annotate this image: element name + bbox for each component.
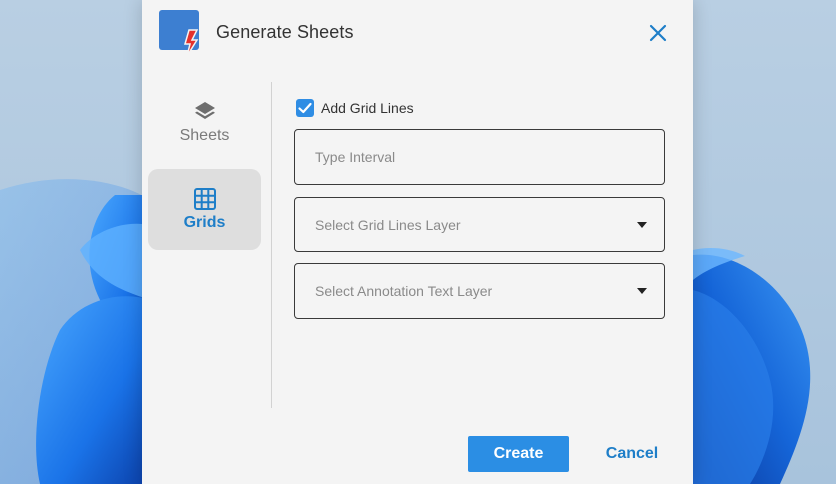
grid-lines-layer-placeholder: Select Grid Lines Layer: [315, 217, 461, 233]
dialog-title: Generate Sheets: [216, 22, 354, 42]
create-button[interactable]: Create: [468, 436, 569, 472]
close-icon[interactable]: [647, 22, 669, 44]
nav-item-label: Grids: [183, 214, 226, 231]
grid-icon: [194, 188, 216, 210]
annotation-text-layer-select[interactable]: Select Annotation Text Layer: [294, 263, 665, 319]
nav-item-sheets[interactable]: Sheets: [148, 90, 261, 171]
annotation-text-layer-placeholder: Select Annotation Text Layer: [315, 283, 493, 299]
add-grid-lines-checkbox[interactable]: [296, 99, 314, 117]
caret-down-icon: [637, 222, 647, 228]
app-logo-icon: [159, 10, 199, 56]
nav-item-grids[interactable]: Grids: [148, 169, 261, 250]
layers-icon: [195, 102, 215, 119]
caret-down-icon: [637, 288, 647, 294]
checkmark-icon: [298, 102, 312, 114]
grid-lines-layer-select[interactable]: Select Grid Lines Layer: [294, 197, 665, 252]
interval-field: [294, 129, 665, 185]
cancel-button[interactable]: Cancel: [604, 436, 660, 472]
interval-input[interactable]: [296, 131, 663, 183]
generate-sheets-dialog: Generate Sheets Sheets Grids Add Grid Li…: [142, 0, 693, 484]
add-grid-lines-label: Add Grid Lines: [321, 100, 414, 116]
nav-item-label: Sheets: [179, 127, 230, 144]
nav-divider: [271, 82, 272, 408]
dialog-header: Generate Sheets: [142, 0, 693, 66]
